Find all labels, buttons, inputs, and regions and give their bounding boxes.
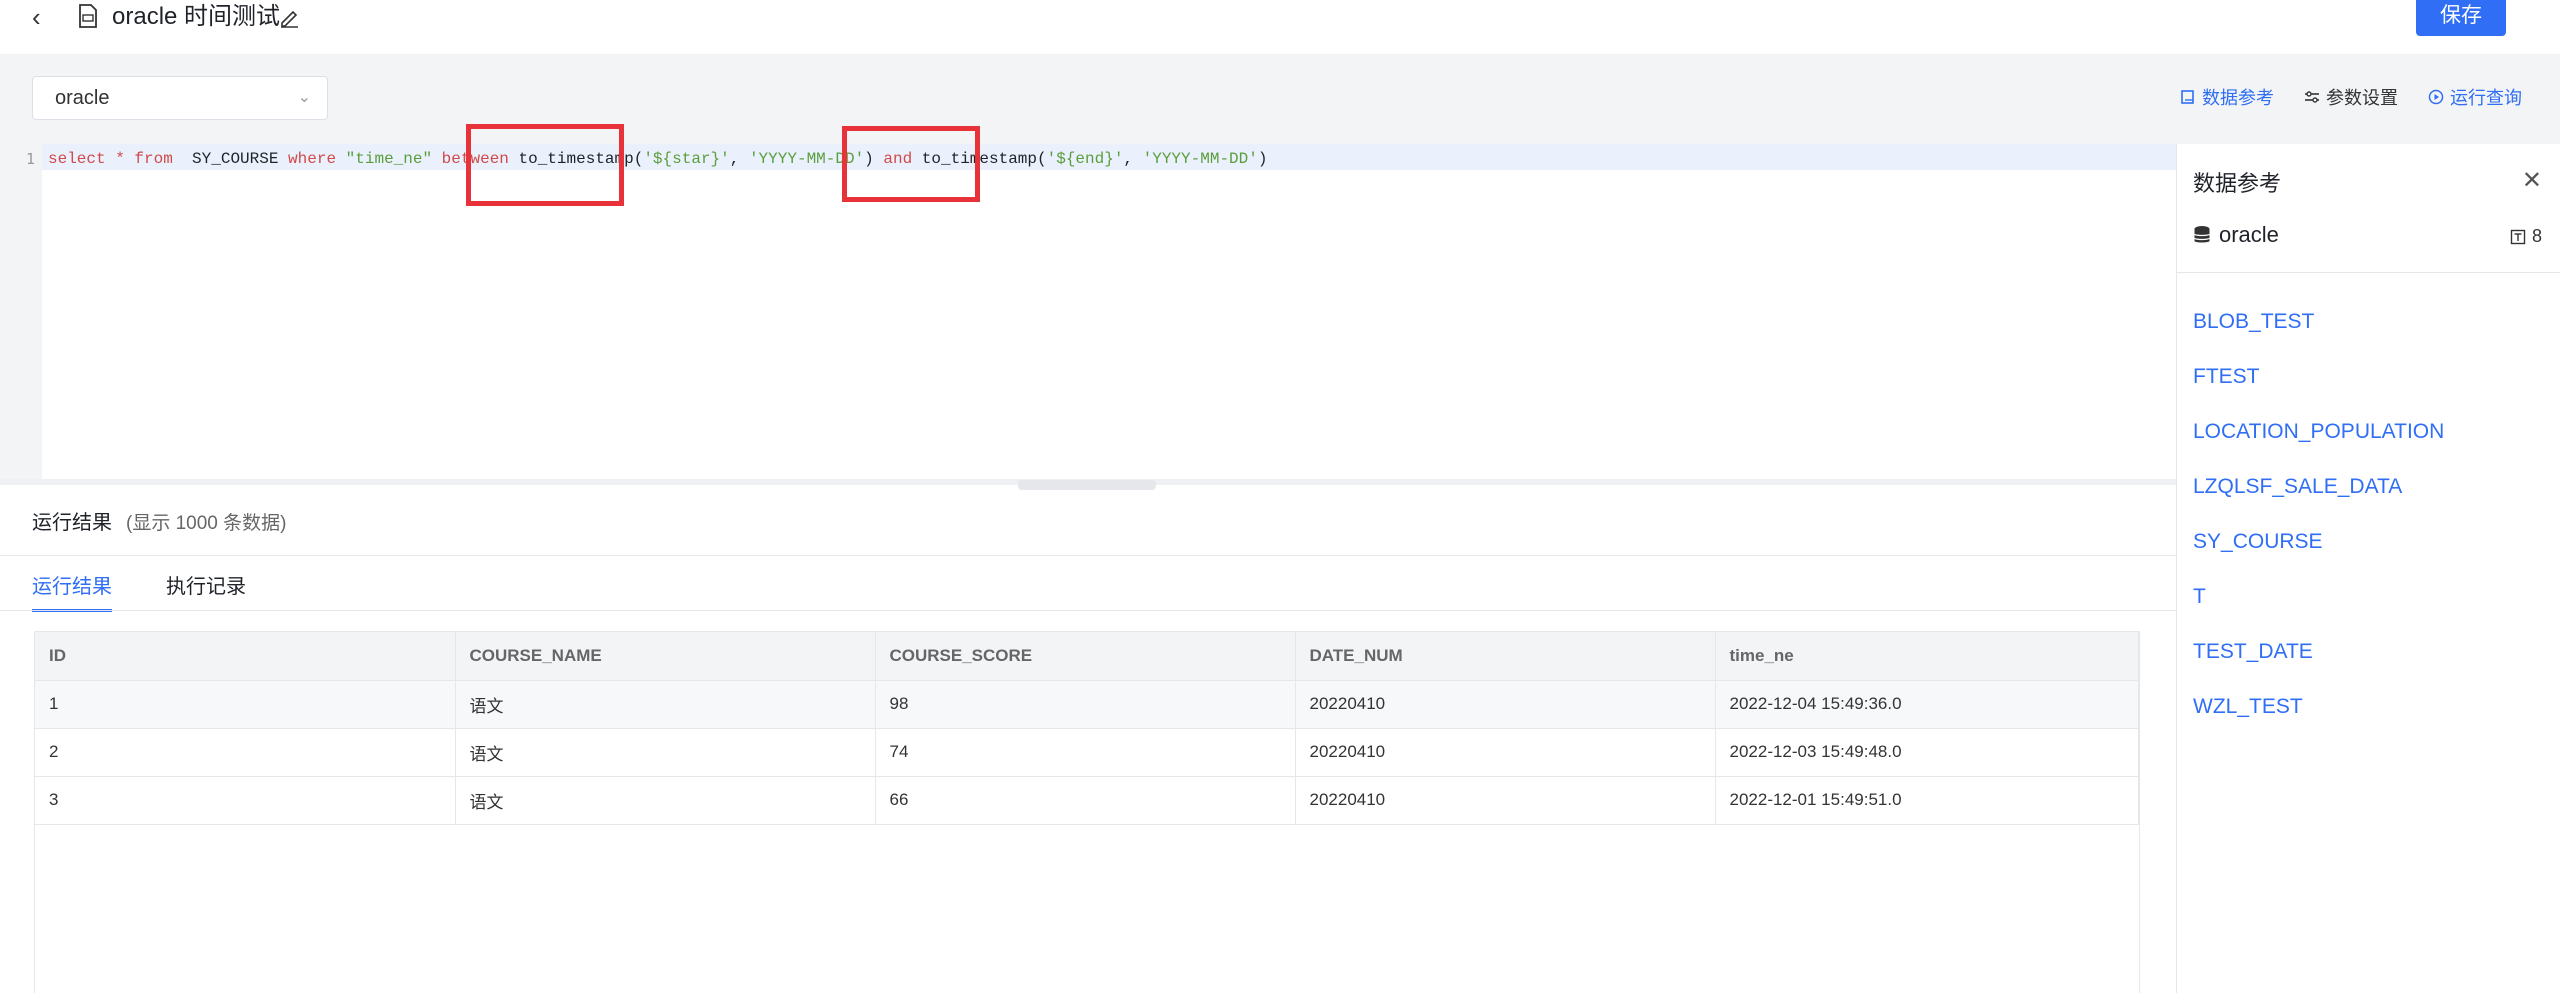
list-item[interactable]: LOCATION_POPULATION (2193, 418, 2444, 473)
editor-toolbar: oracle ⌄ 数据参考 参数设置 运行查询 (0, 54, 2560, 144)
table-cell: 1 (35, 680, 456, 729)
code-token: , (729, 150, 749, 168)
data-reference-button[interactable]: 数据参考 (2180, 84, 2274, 110)
chevron-down-icon: ⌄ (297, 89, 311, 106)
list-item[interactable]: BLOB_TEST (2193, 308, 2444, 363)
page-title: oracle 时间测试 (112, 3, 281, 30)
tab-run-results[interactable]: 运行结果 (32, 570, 112, 612)
table-cell: 74 (875, 728, 1296, 777)
sql-file-icon (79, 4, 97, 28)
results-header: 运行结果 (显示 1000 条数据) (32, 506, 286, 535)
list-item[interactable]: FTEST (2193, 363, 2444, 418)
datasource-select[interactable]: oracle ⌄ (32, 76, 328, 120)
table-icon (2510, 229, 2526, 244)
top-bar: ‹ oracle 时间测试 保存 (0, 0, 2560, 54)
run-query-label: 运行查询 (2450, 88, 2522, 108)
panel-db-name: oracle (2219, 222, 2279, 247)
data-reference-label: 数据参考 (2202, 88, 2274, 108)
close-icon[interactable]: ✕ (2522, 166, 2542, 195)
table-row[interactable]: 2 语文 74 20220410 2022-12-03 15:49:48.0 (35, 728, 2139, 777)
sliders-icon (2305, 91, 2319, 103)
table-cell: 语文 (455, 680, 876, 729)
code-token: 'YYYY-MM-DD' (1142, 150, 1258, 168)
table-count-value: 8 (2531, 226, 2542, 246)
results-separator (0, 555, 2176, 556)
table-header-row: ID COURSE_NAME COURSE_SCORE DATE_NUM tim… (35, 632, 2139, 681)
code-token: SY_COURSE (172, 150, 289, 168)
column-header[interactable]: DATE_NUM (1295, 632, 1716, 681)
column-header[interactable]: time_ne (1715, 632, 2139, 681)
table-cell: 语文 (455, 728, 876, 777)
book-icon (2181, 90, 2194, 104)
code-token: '${star}' (643, 150, 730, 168)
table-cell: 20220410 (1295, 776, 1716, 825)
list-item[interactable]: TEST_DATE (2193, 638, 2444, 693)
panel-separator (2177, 272, 2560, 273)
code-token: "time_ne" (345, 150, 433, 168)
resize-handle[interactable] (1018, 480, 1156, 490)
run-query-button[interactable]: 运行查询 (2428, 84, 2522, 110)
sql-code-line[interactable]: select * from SY_COURSE where "time_ne" … (48, 150, 1267, 168)
table-cell: 3 (35, 776, 456, 825)
back-arrow-icon[interactable]: ‹ (32, 4, 52, 30)
database-icon (2193, 226, 2211, 243)
tab-exec-history[interactable]: 执行记录 (166, 570, 246, 612)
list-item[interactable]: WZL_TEST (2193, 693, 2444, 748)
table-row[interactable]: 1 语文 98 20220410 2022-12-04 15:49:36.0 (35, 680, 2139, 729)
list-item[interactable]: LZQLSF_SALE_DATA (2193, 473, 2444, 528)
table-cell: 语文 (455, 776, 876, 825)
code-token: select * from (48, 150, 173, 168)
line-number: 1 (26, 150, 36, 168)
table-row[interactable]: 3 语文 66 20220410 2022-12-01 15:49:51.0 (35, 776, 2139, 825)
table-cell: 98 (875, 680, 1296, 729)
list-item[interactable]: T (2193, 583, 2444, 638)
column-header[interactable]: ID (35, 632, 456, 681)
results-subtitle: (显示 1000 条数据) (126, 513, 287, 534)
play-circle-icon (2428, 89, 2444, 105)
column-header[interactable]: COURSE_NAME (455, 632, 876, 681)
sql-editor[interactable] (42, 144, 2176, 484)
panel-datasource: oracle (2193, 222, 2279, 248)
results-tabs: 运行结果 执行记录 (32, 570, 246, 612)
table-cell: 66 (875, 776, 1296, 825)
table-count: 8 (2510, 226, 2542, 247)
data-reference-panel: 数据参考 ✕ oracle 8 BLOB_TEST FTEST LOCATION… (2176, 144, 2560, 993)
table-cell: 2022-12-01 15:49:51.0 (1715, 776, 2139, 825)
column-header[interactable]: COURSE_SCORE (875, 632, 1296, 681)
results-table: ID COURSE_NAME COURSE_SCORE DATE_NUM tim… (35, 632, 2139, 825)
save-button[interactable]: 保存 (2416, 0, 2506, 36)
editor-gutter (0, 144, 42, 484)
highlight-box-1 (466, 124, 624, 206)
table-cell: 2 (35, 728, 456, 777)
results-title: 运行结果 (32, 512, 112, 534)
highlight-box-2 (842, 126, 980, 202)
code-token: where (288, 150, 346, 168)
results-table-container: ID COURSE_NAME COURSE_SCORE DATE_NUM tim… (34, 631, 2140, 993)
table-cell: 2022-12-03 15:49:48.0 (1715, 728, 2139, 777)
table-cell: 20220410 (1295, 680, 1716, 729)
table-list: BLOB_TEST FTEST LOCATION_POPULATION LZQL… (2193, 308, 2444, 748)
table-cell: 2022-12-04 15:49:36.0 (1715, 680, 2139, 729)
tabs-underline (0, 610, 2176, 611)
param-settings-label: 参数设置 (2326, 88, 2398, 108)
edit-pencil-icon[interactable] (278, 6, 300, 28)
list-item[interactable]: SY_COURSE (2193, 528, 2444, 583)
datasource-select-value: oracle (55, 87, 110, 109)
table-cell: 20220410 (1295, 728, 1716, 777)
panel-title: 数据参考 (2193, 171, 2282, 196)
code-token: ) (1257, 150, 1268, 168)
code-token: '${end}' (1046, 150, 1124, 168)
param-settings-button[interactable]: 参数设置 (2304, 84, 2398, 110)
code-token: , (1123, 150, 1143, 168)
